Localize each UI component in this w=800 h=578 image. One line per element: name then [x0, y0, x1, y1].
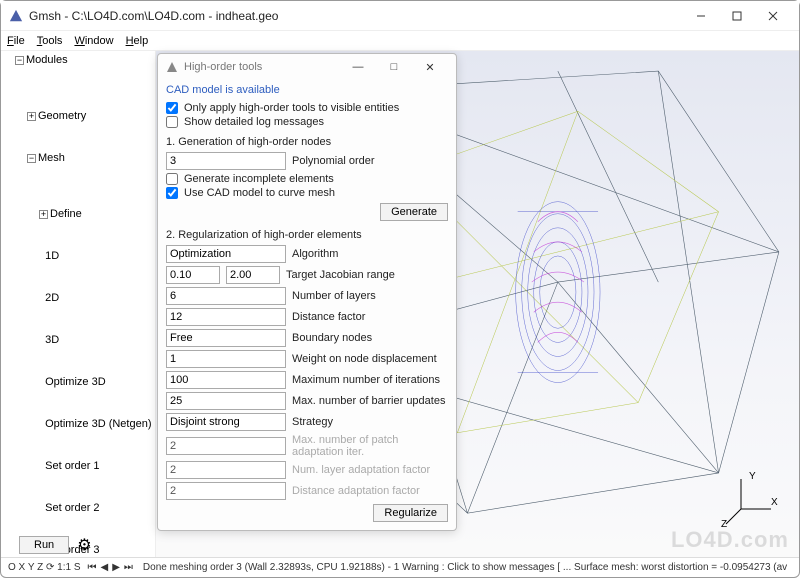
cad-available-label: CAD model is available — [166, 82, 448, 100]
menu-window[interactable]: Window — [74, 35, 113, 47]
polynomial-order-input[interactable] — [166, 152, 286, 170]
minimize-button[interactable] — [683, 4, 719, 28]
status-prev-icon[interactable]: ◀ — [101, 562, 109, 573]
status-next-icon[interactable]: ▶ — [112, 562, 120, 573]
titlebar: Gmsh - C:\LO4D.com\LO4D.com - indheat.ge… — [1, 1, 799, 31]
section-1-heading: 1. Generation of high-order nodes — [166, 136, 448, 148]
layer-adapt-factor-input — [166, 461, 286, 479]
max-barrier-updates-input[interactable] — [166, 392, 286, 410]
tree-3d[interactable]: 3D — [39, 333, 153, 347]
max-iterations-input[interactable] — [166, 371, 286, 389]
layers-label: Number of layers — [292, 290, 376, 302]
chk-visible-entities[interactable]: Only apply high-order tools to visible e… — [166, 102, 448, 114]
strategy-select[interactable]: Disjoint strong — [166, 413, 286, 431]
close-button[interactable] — [755, 4, 791, 28]
tree-set-order-1[interactable]: Set order 1 — [39, 459, 153, 473]
layer-adapt-factor-label: Num. layer adaptation factor — [292, 464, 430, 476]
layers-input[interactable] — [166, 287, 286, 305]
max-iterations-label: Maximum number of iterations — [292, 374, 440, 386]
chk-incomplete-elements[interactable]: Generate incomplete elements — [166, 173, 448, 185]
menu-tools[interactable]: Tools — [37, 35, 63, 47]
distance-adapt-factor-input — [166, 482, 286, 500]
distance-factor-label: Distance factor — [292, 311, 365, 323]
svg-text:X: X — [771, 497, 778, 508]
chk-detailed-log[interactable]: Show detailed log messages — [166, 116, 448, 128]
dialog-title: High-order tools — [184, 61, 340, 73]
status-end-icon[interactable]: ⏭ — [124, 562, 133, 573]
tree-define[interactable]: +Define — [39, 207, 153, 221]
tree-1d[interactable]: 1D — [39, 249, 153, 263]
menubar: File Tools Window Help — [1, 31, 799, 51]
gear-icon[interactable]: ⚙ — [77, 535, 91, 555]
watermark: LO4D.com — [671, 527, 789, 553]
app-icon — [9, 9, 23, 23]
bottom-buttons: Run ⚙ — [19, 535, 92, 555]
polynomial-order-label: Polynomial order — [292, 155, 375, 167]
jacobian-max-input[interactable] — [226, 266, 280, 284]
svg-text:Y: Y — [749, 471, 756, 482]
tree-optimize3d[interactable]: Optimize 3D — [39, 375, 153, 389]
dialog-close-button[interactable]: ✕ — [412, 55, 448, 79]
status-message[interactable]: Done meshing order 3 (Wall 2.32893s, CPU… — [143, 562, 787, 573]
tree-2d[interactable]: 2D — [39, 291, 153, 305]
tree-modules[interactable]: −Modules +Geometry −Mesh +Define 1D 2D 3… — [15, 53, 153, 557]
regularize-button[interactable]: Regularize — [373, 504, 448, 522]
max-barrier-updates-label: Max. number of barrier updates — [292, 395, 445, 407]
menu-help[interactable]: Help — [126, 35, 149, 47]
axes-gizmo: Y X Z — [721, 469, 781, 529]
dialog-maximize-button[interactable]: □ — [376, 55, 412, 79]
sidebar: −Modules +Geometry −Mesh +Define 1D 2D 3… — [1, 51, 156, 557]
weight-node-disp-label: Weight on node displacement — [292, 353, 437, 365]
menu-file[interactable]: File — [7, 35, 25, 47]
chk-use-cad-model[interactable]: Use CAD model to curve mesh — [166, 187, 448, 199]
window-title: Gmsh - C:\LO4D.com\LO4D.com - indheat.ge… — [29, 9, 683, 23]
jacobian-label: Target Jacobian range — [286, 269, 395, 281]
tree-geometry[interactable]: +Geometry — [27, 109, 153, 123]
tree-optimize3d-netgen[interactable]: Optimize 3D (Netgen) — [39, 417, 153, 431]
generate-button[interactable]: Generate — [380, 203, 448, 221]
patch-adapt-iter-label: Max. number of patch adaptation iter. — [292, 434, 448, 458]
strategy-label: Strategy — [292, 416, 333, 428]
section-2-heading: 2. Regularization of high-order elements — [166, 229, 448, 241]
jacobian-min-input[interactable] — [166, 266, 220, 284]
algorithm-select[interactable]: Optimization — [166, 245, 286, 263]
run-button[interactable]: Run — [19, 536, 69, 554]
boundary-nodes-select[interactable]: Free — [166, 329, 286, 347]
distance-adapt-factor-label: Distance adaptation factor — [292, 485, 420, 497]
patch-adapt-iter-input — [166, 437, 286, 455]
distance-factor-input[interactable] — [166, 308, 286, 326]
status-view-buttons[interactable]: O X Y Z ⟳ 1:1 S — [5, 562, 84, 573]
statusbar: O X Y Z ⟳ 1:1 S ⏮ ◀ ▶ ⏭ Done meshing ord… — [1, 557, 799, 577]
boundary-nodes-label: Boundary nodes — [292, 332, 372, 344]
dialog-minimize-button[interactable]: — — [340, 55, 376, 79]
algorithm-label: Algorithm — [292, 248, 338, 260]
maximize-button[interactable] — [719, 4, 755, 28]
high-order-tools-dialog: High-order tools — □ ✕ CAD model is avai… — [157, 53, 457, 531]
tree-set-order-2[interactable]: Set order 2 — [39, 501, 153, 515]
weight-node-disp-input[interactable] — [166, 350, 286, 368]
tree-mesh[interactable]: −Mesh +Define 1D 2D 3D Optimize 3D Optim… — [27, 151, 153, 557]
dialog-app-icon — [166, 61, 178, 73]
status-play-icon[interactable]: ⏮ — [88, 562, 97, 573]
